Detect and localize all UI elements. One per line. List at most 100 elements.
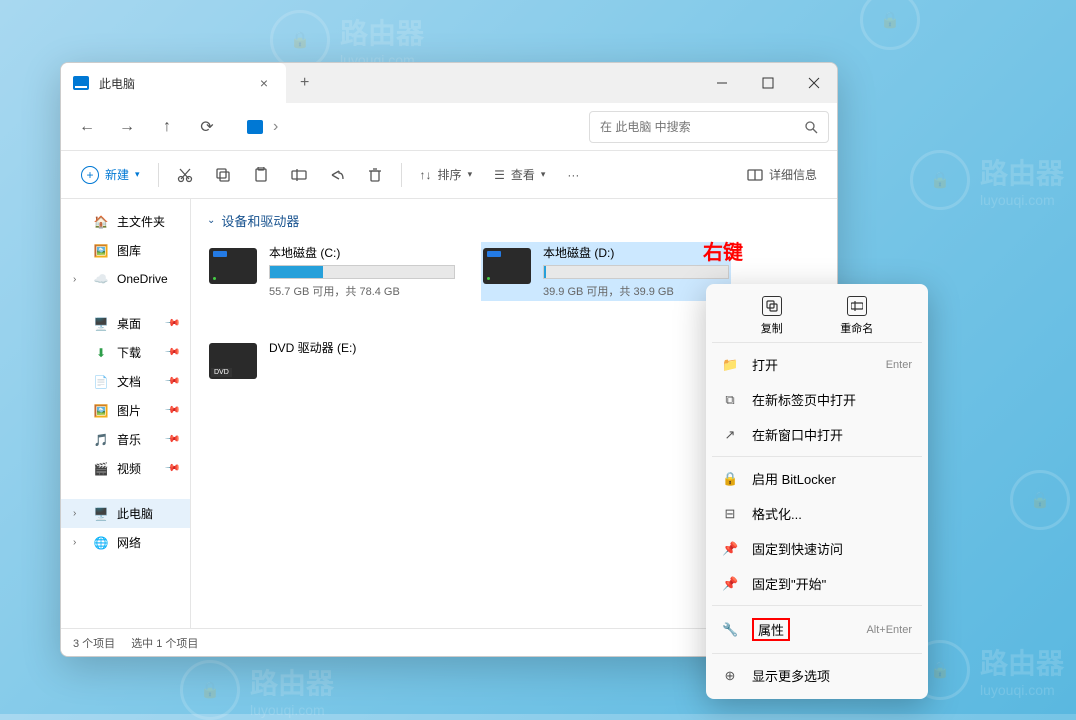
desktop-icon: 🖥️ <box>93 316 109 332</box>
sidebar-desktop[interactable]: 🖥️桌面📌 <box>61 309 190 338</box>
chevron-right-icon[interactable]: › <box>73 508 85 519</box>
sidebar-pictures[interactable]: 🖼️图片📌 <box>61 396 190 425</box>
chevron-right-icon[interactable]: › <box>73 537 85 548</box>
rename-button[interactable] <box>283 159 315 191</box>
window-icon: ↗ <box>722 427 738 443</box>
drive-dvd[interactable]: DVD 驱动器 (E:) <box>207 337 457 381</box>
sidebar: 🏠主文件夹 🖼️图库 ›☁️OneDrive 🖥️桌面📌 ⬇下载📌 📄文档📌 🖼… <box>61 199 191 628</box>
copy-icon <box>762 296 782 316</box>
item-count: 3 个项目 <box>73 635 115 651</box>
share-button[interactable] <box>321 159 353 191</box>
copy-button[interactable] <box>207 159 239 191</box>
chevron-right-icon: › <box>273 118 278 136</box>
chevron-right-icon[interactable]: › <box>73 274 85 285</box>
ctx-properties[interactable]: 🔧属性Alt+Enter <box>712 610 922 649</box>
ctx-open-new-tab[interactable]: ⧉在新标签页中打开 <box>712 382 922 417</box>
monitor-icon: 🖥️ <box>93 506 109 522</box>
refresh-button[interactable]: ⟳ <box>189 109 225 145</box>
window-controls <box>699 63 837 103</box>
sidebar-music[interactable]: 🎵音乐📌 <box>61 425 190 454</box>
video-icon: 🎬 <box>93 461 109 477</box>
ctx-bitlocker[interactable]: 🔒启用 BitLocker <box>712 461 922 496</box>
monitor-icon <box>247 120 263 134</box>
dvd-icon <box>209 343 257 379</box>
new-button[interactable]: + 新建 ▾ <box>73 159 148 191</box>
view-icon: ☰ <box>494 168 505 182</box>
music-icon: 🎵 <box>93 432 109 448</box>
tab-this-pc[interactable]: 此电脑 × <box>61 63 286 103</box>
ctx-show-more[interactable]: ⊕显示更多选项 <box>712 658 922 693</box>
minimize-button[interactable] <box>699 63 745 103</box>
sidebar-gallery[interactable]: 🖼️图库 <box>61 236 190 265</box>
tab-icon: ⧉ <box>722 392 738 408</box>
drive-d[interactable]: 本地磁盘 (D:) 39.9 GB 可用，共 39.9 GB 右键 <box>481 242 731 301</box>
pin-icon: 📌 <box>163 373 180 390</box>
download-icon: ⬇ <box>93 345 109 361</box>
document-icon: 📄 <box>93 374 109 390</box>
sidebar-documents[interactable]: 📄文档📌 <box>61 367 190 396</box>
pin-icon: 📌 <box>163 460 180 477</box>
details-icon <box>747 167 763 183</box>
lock-icon: 🔒 <box>722 471 738 487</box>
sort-button[interactable]: ↑↓ 排序 ▾ <box>412 159 481 191</box>
chevron-down-icon: ▾ <box>468 169 473 180</box>
maximize-button[interactable] <box>745 63 791 103</box>
pin-icon: 📌 <box>722 541 738 557</box>
format-icon: ⊟ <box>722 506 738 522</box>
plus-icon: + <box>81 166 99 184</box>
section-devices[interactable]: ⌄ 设备和驱动器 <box>207 211 821 230</box>
drive-c[interactable]: 本地磁盘 (C:) 55.7 GB 可用，共 78.4 GB <box>207 242 457 301</box>
close-tab-icon[interactable]: × <box>254 73 274 93</box>
search-input[interactable] <box>600 120 804 134</box>
sidebar-network[interactable]: ›🌐网络 <box>61 528 190 557</box>
toolbar: + 新建 ▾ ↑↓ 排序 ▾ ☰ 查看 ▾ ··· 详细信息 <box>61 151 837 199</box>
pictures-icon: 🖼️ <box>93 403 109 419</box>
search-box[interactable] <box>589 111 829 143</box>
address-bar[interactable]: › <box>237 118 288 136</box>
sidebar-home[interactable]: 🏠主文件夹 <box>61 207 190 236</box>
drive-icon <box>483 248 531 284</box>
paste-button[interactable] <box>245 159 277 191</box>
sidebar-this-pc[interactable]: ›🖥️此电脑 <box>61 499 190 528</box>
pin-icon: 📌 <box>163 344 180 361</box>
ctx-copy[interactable]: 复制 <box>761 296 783 336</box>
cut-button[interactable] <box>169 159 201 191</box>
up-button[interactable]: ↑ <box>149 109 185 145</box>
ctx-format[interactable]: ⊟格式化... <box>712 496 922 531</box>
gallery-icon: 🖼️ <box>93 243 109 259</box>
view-button[interactable]: ☰ 查看 ▾ <box>486 159 553 191</box>
cloud-icon: ☁️ <box>93 271 109 287</box>
new-tab-button[interactable]: + <box>286 74 323 92</box>
rename-icon <box>847 296 867 316</box>
ctx-open-new-window[interactable]: ↗在新窗口中打开 <box>712 417 922 452</box>
sidebar-downloads[interactable]: ⬇下载📌 <box>61 338 190 367</box>
selected-count: 选中 1 个项目 <box>131 635 198 651</box>
ctx-rename[interactable]: 重命名 <box>840 296 873 336</box>
sort-icon: ↑↓ <box>420 168 432 182</box>
pin-icon: 📌 <box>163 402 180 419</box>
search-icon[interactable] <box>804 120 818 134</box>
wrench-icon: 🔧 <box>722 622 738 638</box>
drive-icon <box>209 248 257 284</box>
pin-icon: 📌 <box>163 315 180 332</box>
delete-button[interactable] <box>359 159 391 191</box>
more-button[interactable]: ··· <box>559 159 587 191</box>
ctx-pin-quick[interactable]: 📌固定到快速访问 <box>712 531 922 566</box>
close-button[interactable] <box>791 63 837 103</box>
storage-bar <box>543 265 729 279</box>
sidebar-onedrive[interactable]: ›☁️OneDrive <box>61 265 190 293</box>
network-icon: 🌐 <box>93 535 109 551</box>
pin-icon: 📌 <box>722 576 738 592</box>
sidebar-videos[interactable]: 🎬视频📌 <box>61 454 190 483</box>
ctx-pin-start[interactable]: 📌固定到"开始" <box>712 566 922 601</box>
details-button[interactable]: 详细信息 <box>739 159 825 191</box>
storage-bar <box>269 265 455 279</box>
folder-icon: 📁 <box>722 357 738 373</box>
ctx-open[interactable]: 📁打开Enter <box>712 347 922 382</box>
back-button[interactable]: ← <box>69 109 105 145</box>
monitor-icon <box>73 76 89 90</box>
navbar: ← → ↑ ⟳ › <box>61 103 837 151</box>
chevron-down-icon: ⌄ <box>207 215 215 226</box>
context-menu: 复制 重命名 📁打开Enter ⧉在新标签页中打开 ↗在新窗口中打开 🔒启用 B… <box>706 284 928 699</box>
forward-button[interactable]: → <box>109 109 145 145</box>
